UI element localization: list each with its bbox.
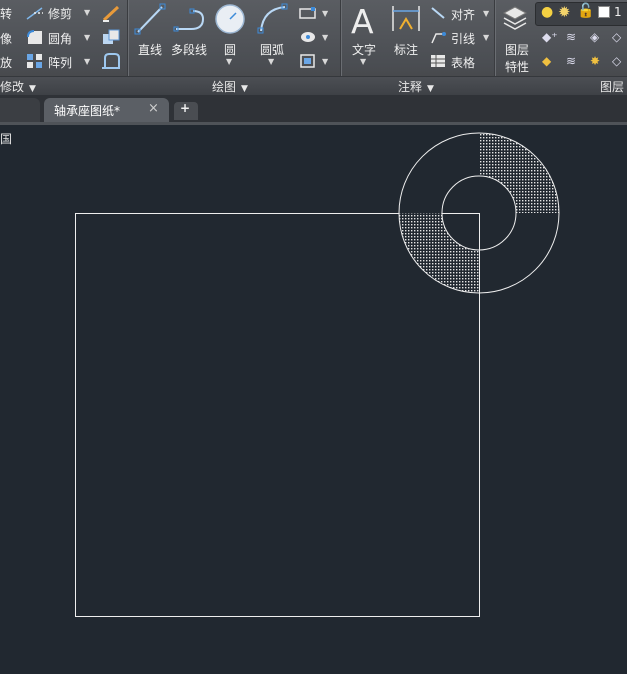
boundary-icon[interactable] xyxy=(299,53,317,69)
ribbon: 转 像 放 修剪 ▼ 圆角 ▼ 阵列 ▼ 直线 多段线 圆 ▼ 圆弧 ▼ ▼ ▼… xyxy=(0,0,627,95)
erase-icon[interactable] xyxy=(101,4,121,22)
layers-panel-title[interactable]: 图层 xyxy=(600,78,624,95)
layer-tool-1-icon[interactable]: ◆⁺ xyxy=(542,30,558,44)
circle-dropdown[interactable]: ▼ xyxy=(226,57,232,66)
array-dropdown[interactable]: ▼ xyxy=(84,57,90,66)
trim-dropdown[interactable]: ▼ xyxy=(84,8,90,17)
table-button[interactable]: 表格 xyxy=(451,54,475,71)
circle-icon xyxy=(215,4,245,34)
layer-properties-label-2[interactable]: 特性 xyxy=(505,58,529,75)
layer-tool-3-icon[interactable]: ◈ xyxy=(590,30,599,44)
leader-dropdown[interactable]: ▼ xyxy=(483,33,489,42)
array-icon xyxy=(27,54,42,68)
close-tab-icon[interactable]: × xyxy=(148,101,159,116)
polyline-icon xyxy=(173,8,205,32)
rotate-button[interactable]: 转 xyxy=(0,5,12,22)
arc-dropdown[interactable]: ▼ xyxy=(268,57,274,66)
trim-button[interactable]: 修剪 xyxy=(48,5,72,22)
array-button[interactable]: 阵列 xyxy=(48,54,72,71)
layer-tool-7-icon[interactable]: ✸ xyxy=(590,54,600,68)
stretch-icon[interactable] xyxy=(101,52,121,70)
arc-button[interactable]: 圆弧 xyxy=(260,41,284,58)
svg-text:A: A xyxy=(351,3,374,37)
new-tab-button[interactable]: + xyxy=(174,101,198,120)
tab-drawing-label: 轴承座图纸* xyxy=(54,104,121,118)
text-button[interactable]: 文字 xyxy=(352,41,376,58)
copy-icon[interactable] xyxy=(101,28,121,46)
hatch-bottom-left[interactable] xyxy=(399,213,479,293)
layer-tool-2-icon[interactable]: ≋ xyxy=(566,30,576,44)
drawing-geometry xyxy=(75,132,560,617)
leader-icon xyxy=(431,32,446,44)
layer-properties-label-1[interactable]: 图层 xyxy=(505,41,529,58)
scale-button[interactable]: 放 xyxy=(0,54,12,71)
tab-drawing[interactable]: 轴承座图纸* × xyxy=(44,98,169,122)
layer-value: 1 xyxy=(614,5,622,19)
trim-icon xyxy=(26,7,43,20)
leader-button[interactable]: 引线 xyxy=(451,30,475,47)
sun-icon: ✹ xyxy=(558,3,571,21)
lock-icon: 🔓 xyxy=(577,3,595,19)
fillet-icon xyxy=(27,30,42,44)
arc-icon xyxy=(257,3,288,34)
rectangle-dropdown[interactable]: ▼ xyxy=(322,9,328,18)
fillet-button[interactable]: 圆角 xyxy=(48,30,72,47)
line-button[interactable]: 直线 xyxy=(138,41,162,58)
boundary-dropdown[interactable]: ▼ xyxy=(322,57,328,66)
square-shape[interactable] xyxy=(75,213,480,617)
layer-tool-4-icon[interactable]: ◇ xyxy=(612,30,621,44)
hatch-top-right[interactable] xyxy=(479,133,559,213)
hatch-icon[interactable] xyxy=(299,30,317,44)
polyline-button[interactable]: 多段线 xyxy=(171,41,207,58)
text-icon: A xyxy=(351,3,374,37)
annotation-panel-title[interactable]: 注释 ▼ xyxy=(398,78,434,95)
line-icon xyxy=(134,3,166,35)
dimension-icon xyxy=(392,6,420,31)
color-swatch-icon xyxy=(598,6,610,18)
dimension-button[interactable]: 标注 xyxy=(394,41,418,58)
hatch-dropdown[interactable]: ▼ xyxy=(322,33,328,42)
align-icon xyxy=(431,7,445,19)
layer-tool-6-icon[interactable]: ≋ xyxy=(566,54,576,68)
mirror-button[interactable]: 像 xyxy=(0,30,12,47)
fillet-dropdown[interactable]: ▼ xyxy=(84,33,90,42)
draw-panel-title[interactable]: 绘图 ▼ xyxy=(212,78,248,95)
table-icon xyxy=(431,55,445,67)
tab-previous[interactable] xyxy=(0,98,40,122)
align-button[interactable]: 对齐 xyxy=(451,6,475,23)
file-tab-bar: 轴承座图纸* × + xyxy=(0,95,627,125)
align-dropdown[interactable]: ▼ xyxy=(483,9,489,18)
layer-tool-8-icon[interactable]: ◇ xyxy=(612,54,621,68)
modify-panel-title[interactable]: 修改 ▼ xyxy=(0,78,36,95)
drawing-canvas[interactable]: 国 xyxy=(0,125,627,674)
panel-title-bar xyxy=(0,76,627,95)
rectangle-icon[interactable] xyxy=(299,6,317,20)
layer-tool-5-icon[interactable]: ◆ xyxy=(542,54,551,68)
plus-icon: + xyxy=(180,101,191,115)
lightbulb-icon: ● xyxy=(541,4,554,20)
text-dropdown[interactable]: ▼ xyxy=(360,57,366,66)
circle-button[interactable]: 圆 xyxy=(224,41,236,58)
layer-properties-icon xyxy=(502,6,528,30)
